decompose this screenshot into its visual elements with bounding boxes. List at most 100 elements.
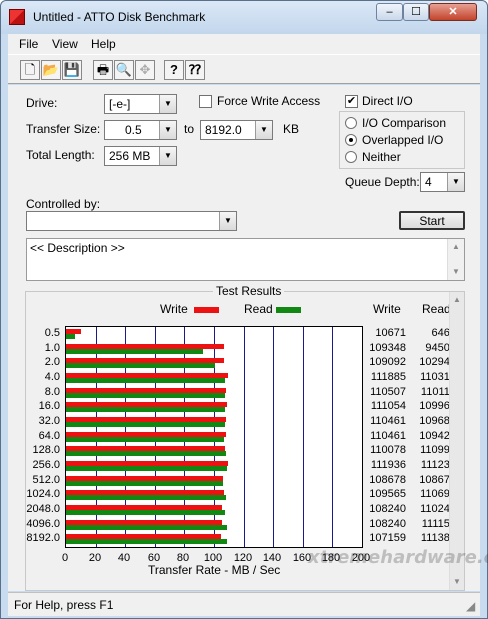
new-icon[interactable]: 🗋 xyxy=(20,60,40,80)
transfer-size-from-value: 0.5 xyxy=(125,123,142,137)
transfer-size-category: 4.0 xyxy=(44,371,60,383)
write-value: 110461 xyxy=(370,415,406,427)
gridline xyxy=(244,327,245,547)
gridline xyxy=(332,327,333,547)
write-legend-label: Write xyxy=(160,302,188,316)
scroll-down-icon[interactable]: ▼ xyxy=(450,574,464,590)
controlled-by-select[interactable]: ▼ xyxy=(26,211,237,231)
bar-chart-plot xyxy=(65,326,363,548)
read-bar xyxy=(66,422,225,427)
resize-grip-icon[interactable]: ◢ xyxy=(466,599,475,613)
gridline xyxy=(273,327,274,547)
minimize-button[interactable]: – xyxy=(376,3,403,21)
transfer-size-to-select[interactable]: 8192.0 ▼ xyxy=(200,120,273,140)
description-textarea[interactable]: << Description >> ▲ ▼ xyxy=(26,238,465,281)
menu-view[interactable]: View xyxy=(52,37,78,51)
print-preview-icon[interactable]: 🔍 xyxy=(114,60,134,80)
x-tick-label: 20 xyxy=(88,552,102,564)
results-scrollbar[interactable]: ▲ ▼ xyxy=(449,292,464,590)
overlapped-io-radio[interactable] xyxy=(345,134,357,146)
read-bar xyxy=(66,524,227,530)
total-length-select[interactable]: 256 MB ▼ xyxy=(104,146,177,166)
drive-select[interactable]: [-e-] ▼ xyxy=(104,94,177,114)
read-legend-swatch xyxy=(276,307,301,313)
write-value: 109348 xyxy=(369,341,406,354)
print-icon[interactable]: 🖶 xyxy=(93,60,113,80)
menu-file[interactable]: File xyxy=(19,37,38,51)
x-tick-label: 0 xyxy=(61,552,69,564)
open-icon[interactable]: 📂 xyxy=(41,60,61,80)
transfer-size-category: 8192.0 xyxy=(26,532,60,545)
status-text: For Help, press F1 xyxy=(14,598,114,612)
x-tick-label: 40 xyxy=(117,552,131,564)
atto-app-icon xyxy=(9,9,25,25)
read-bar xyxy=(66,378,225,383)
chevron-down-icon[interactable]: ▼ xyxy=(159,95,176,113)
menu-bar: File View Help xyxy=(8,34,480,54)
read-bar xyxy=(66,495,226,501)
x-axis-label: Transfer Rate - MB / Sec xyxy=(148,563,281,577)
neither-label: Neither xyxy=(362,150,401,164)
io-mode-group: I/O Comparison Overlapped I/O Neither xyxy=(339,111,465,169)
read-bar xyxy=(66,466,227,471)
queue-depth-select[interactable]: 4 ▼ xyxy=(420,172,465,192)
controlled-by-label: Controlled by: xyxy=(26,197,101,211)
transfer-size-category: 64.0 xyxy=(38,429,60,442)
transfer-size-label: Transfer Size: xyxy=(26,122,101,136)
move-icon[interactable]: ✥ xyxy=(135,60,155,80)
total-length-value: 256 MB xyxy=(109,149,151,163)
window-title: Untitled - ATTO Disk Benchmark xyxy=(33,10,206,24)
menu-help[interactable]: Help xyxy=(91,37,116,51)
help-icon[interactable]: ? xyxy=(164,60,184,80)
write-value: 110078 xyxy=(370,444,406,457)
status-bar: For Help, press F1 ◢ xyxy=(8,592,480,616)
write-value: 111054 xyxy=(370,400,406,413)
io-comparison-radio[interactable] xyxy=(345,117,357,129)
scroll-up-icon[interactable]: ▲ xyxy=(448,239,464,255)
to-label: to xyxy=(184,122,195,136)
queue-depth-label: Queue Depth: xyxy=(345,175,420,189)
drive-value: [-e-] xyxy=(109,97,131,111)
direct-io-checkbox[interactable]: ✔ xyxy=(345,95,358,108)
chevron-down-icon[interactable]: ▼ xyxy=(159,121,176,139)
write-value: 109565 xyxy=(369,488,406,501)
read-column-header: Read xyxy=(422,302,451,316)
test-results-group: Test Results Write Read Write Read 0.5 1.… xyxy=(25,284,465,591)
start-button[interactable]: Start xyxy=(399,211,465,230)
read-bar xyxy=(66,436,224,442)
write-value: 107159 xyxy=(369,532,406,545)
read-bar xyxy=(66,539,227,545)
transfer-size-category: 2048.0 xyxy=(26,503,60,515)
neither-radio[interactable] xyxy=(345,151,357,163)
watermark-text: xtremehardware.com xyxy=(308,547,488,568)
context-help-icon[interactable]: ⁇ xyxy=(185,60,205,80)
transfer-size-category: 256.0 xyxy=(32,459,60,471)
write-value: 111885 xyxy=(370,371,406,383)
transfer-size-category: 32.0 xyxy=(38,415,60,427)
kb-label: KB xyxy=(283,122,300,136)
transfer-size-category: 1024.0 xyxy=(26,488,60,501)
chevron-down-icon[interactable]: ▼ xyxy=(159,147,176,165)
read-bar xyxy=(66,363,215,369)
main-panel: Drive: [-e-] ▼ Force Write Access ✔ Dire… xyxy=(8,85,488,591)
force-write-access-checkbox[interactable] xyxy=(199,95,212,108)
description-text: << Description >> xyxy=(30,241,125,255)
description-scrollbar[interactable]: ▲ ▼ xyxy=(447,239,464,280)
read-bar xyxy=(66,510,225,515)
chevron-down-icon[interactable]: ▼ xyxy=(255,121,272,139)
chevron-down-icon[interactable]: ▼ xyxy=(219,212,236,230)
test-results-title: Test Results xyxy=(213,284,285,298)
app-window: Untitled - ATTO Disk Benchmark – ☐ ✕ Fil… xyxy=(0,0,488,619)
force-write-access-label: Force Write Access xyxy=(217,94,321,108)
save-icon[interactable]: 💾 xyxy=(62,60,82,80)
scroll-up-icon[interactable]: ▲ xyxy=(450,292,464,308)
maximize-button[interactable]: ☐ xyxy=(403,3,429,21)
direct-io-label: Direct I/O xyxy=(362,94,413,108)
transfer-size-from-select[interactable]: 0.5 ▼ xyxy=(104,120,177,140)
scroll-down-icon[interactable]: ▼ xyxy=(448,264,464,280)
chevron-down-icon[interactable]: ▼ xyxy=(447,173,464,191)
gridline xyxy=(303,327,304,547)
transfer-size-category: 16.0 xyxy=(38,400,60,413)
close-button[interactable]: ✕ xyxy=(429,3,477,21)
title-bar[interactable]: Untitled - ATTO Disk Benchmark – ☐ ✕ xyxy=(1,1,487,34)
